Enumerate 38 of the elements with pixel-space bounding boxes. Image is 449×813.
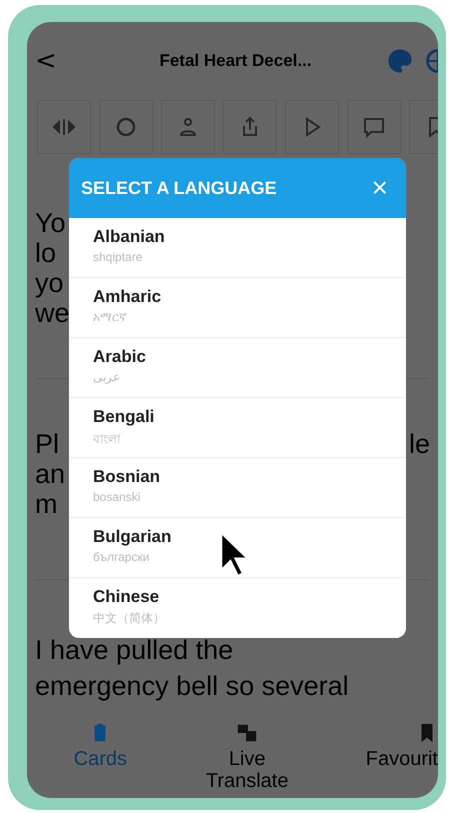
language-item[interactable]: Amharic አማርኛ <box>69 278 406 338</box>
play-tool-icon[interactable] <box>285 100 339 154</box>
language-name: Arabic <box>93 347 146 367</box>
card-text: we <box>35 298 70 328</box>
back-button[interactable]: < <box>35 46 55 76</box>
language-item[interactable]: Bosnian bosanski <box>69 458 406 518</box>
language-name: Bulgarian <box>93 527 172 547</box>
card-text: emergency bell so several <box>35 670 349 703</box>
palette-icon[interactable] <box>386 47 414 75</box>
native-name: shqiptare <box>93 250 142 264</box>
person-tool-icon[interactable] <box>161 100 215 154</box>
card-text: Yo <box>35 208 66 238</box>
native-name: አማርኛ <box>93 310 127 324</box>
native-name: български <box>93 550 150 564</box>
language-name: Chinese <box>93 587 160 607</box>
card-text: le <box>408 429 430 459</box>
card-text: Pl <box>35 429 60 459</box>
tab[interactable]: Favourit <box>320 718 438 798</box>
language-name: Amharic <box>93 287 162 307</box>
card-text: m <box>35 489 58 519</box>
language-item[interactable]: Albanian shqiptare <box>69 218 406 278</box>
card-text: yo <box>35 268 64 298</box>
card-text: lo <box>35 238 56 268</box>
language-name: Bengali <box>93 407 154 427</box>
language-name: Bosnian <box>93 467 160 487</box>
native-name: 中文（简体） <box>93 610 165 627</box>
native-name: বাংলা <box>93 431 120 448</box>
tab[interactable]: Live Translate <box>174 718 321 798</box>
split-tool-icon[interactable] <box>37 100 91 154</box>
native-name: عربى <box>93 370 120 384</box>
card-text: an <box>35 459 66 489</box>
screen-title: Fetal Heart Decel... <box>158 51 313 71</box>
native-name: bosanski <box>93 490 140 504</box>
chat-tool-icon[interactable] <box>347 100 401 154</box>
language-name: Albanian <box>93 227 165 247</box>
share-tool-icon[interactable] <box>223 100 277 154</box>
language-item[interactable]: Bengali বাংলা <box>69 398 406 458</box>
dialog-title: SELECT A LANGUAGE <box>81 178 277 198</box>
